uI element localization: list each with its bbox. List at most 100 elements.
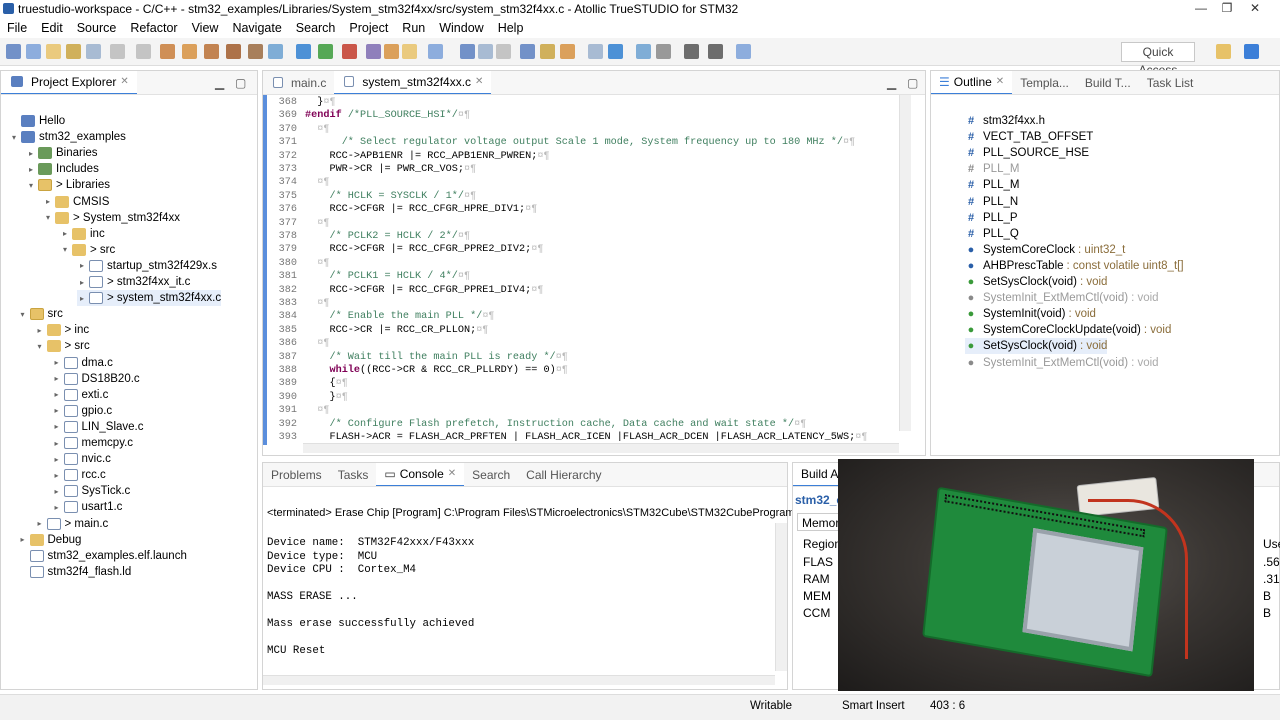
tree-item[interactable]: ▸ gpio.c bbox=[52, 403, 112, 419]
close-tab-icon[interactable]: ✕ bbox=[475, 76, 483, 87]
new-icon[interactable] bbox=[6, 44, 21, 59]
code-line[interactable]: RCC->CFGR |= RCC_CFGR_PPRE2_DIV2;¤¶ bbox=[305, 244, 543, 255]
collapsed-arrow-icon[interactable]: ▸ bbox=[35, 326, 45, 335]
forward-icon[interactable] bbox=[540, 44, 555, 59]
console-vertical-scrollbar[interactable] bbox=[775, 523, 787, 671]
collapsed-arrow-icon[interactable]: ▸ bbox=[52, 358, 62, 367]
code-line[interactable]: ¤¶ bbox=[305, 124, 329, 135]
menu-help[interactable]: Help bbox=[491, 21, 531, 35]
code-line[interactable]: /* Enable the main PLL */¤¶ bbox=[305, 311, 494, 322]
minimize-panel-icon[interactable]: ▁ bbox=[215, 76, 224, 90]
tree-item[interactable]: ▾ src bbox=[18, 306, 63, 322]
outline-item[interactable]: ● SetSysClock(void): void bbox=[965, 274, 1108, 290]
outline-item[interactable]: # PLL_N bbox=[965, 194, 1021, 210]
show-whitespace-icon[interactable] bbox=[478, 44, 493, 59]
tree-item[interactable]: ▾ > src bbox=[35, 338, 90, 354]
open-perspective-icon[interactable] bbox=[1216, 44, 1231, 59]
collapsed-arrow-icon[interactable]: ▸ bbox=[52, 503, 62, 512]
save-all-icon[interactable] bbox=[46, 44, 61, 59]
outline-item[interactable]: ● SystemInit(void): void bbox=[965, 306, 1096, 322]
close-tab-icon[interactable]: ✕ bbox=[996, 76, 1004, 87]
collapsed-arrow-icon[interactable]: ▸ bbox=[26, 165, 36, 174]
tree-item[interactable]: ▸ Debug bbox=[18, 532, 81, 548]
tree-item[interactable]: ▸ memcpy.c bbox=[52, 435, 133, 451]
code-line[interactable]: /* PCLK1 = HCLK / 4*/¤¶ bbox=[305, 271, 470, 282]
menu-search[interactable]: Search bbox=[289, 21, 343, 35]
tab-build-targets[interactable]: Build T... bbox=[1077, 71, 1139, 94]
tree-item[interactable]: ▸ usart1.c bbox=[52, 499, 122, 515]
collapsed-arrow-icon[interactable]: ▸ bbox=[43, 197, 53, 206]
editor-vertical-scrollbar[interactable] bbox=[899, 95, 911, 431]
tree-item[interactable]: ▸ nvic.c bbox=[52, 451, 111, 467]
outline-item[interactable]: ● AHBPrescTable: const volatile uint8_t[] bbox=[965, 258, 1184, 274]
code-line[interactable]: RCC->APB1ENR |= RCC_APB1ENR_PWREN;¤¶ bbox=[305, 151, 549, 162]
tab-project-explorer[interactable]: Project Explorer ✕ bbox=[1, 71, 137, 94]
tree-item[interactable]: ▸ DS18B20.c bbox=[52, 371, 140, 387]
collapsed-arrow-icon[interactable]: ▸ bbox=[77, 261, 87, 270]
collapsed-arrow-icon[interactable]: ▸ bbox=[35, 519, 45, 528]
tool-icon[interactable] bbox=[226, 44, 241, 59]
tree-item[interactable]: ▸ > main.c bbox=[35, 516, 108, 532]
toggle-mark-icon[interactable] bbox=[428, 44, 443, 59]
code-line[interactable]: }¤¶ bbox=[305, 392, 347, 403]
tab-main-c[interactable]: main.c bbox=[263, 71, 334, 94]
run-icon[interactable] bbox=[318, 44, 333, 59]
outline-item[interactable]: # stm32f4xx.h bbox=[965, 113, 1048, 129]
outline-item[interactable]: ● SystemInit_ExtMemCtl(void): void bbox=[965, 290, 1159, 306]
collapsed-arrow-icon[interactable]: ▸ bbox=[52, 422, 62, 431]
word-wrap-icon[interactable] bbox=[460, 44, 475, 59]
collapsed-arrow-icon[interactable]: ▸ bbox=[52, 406, 62, 415]
collapsed-arrow-icon[interactable]: ▸ bbox=[60, 229, 70, 238]
collapsed-arrow-icon[interactable]: ▸ bbox=[52, 471, 62, 480]
tree-item[interactable]: ▾ stm32_examples bbox=[9, 129, 126, 145]
expanded-arrow-icon[interactable]: ▾ bbox=[60, 245, 70, 254]
info-icon[interactable] bbox=[608, 44, 623, 59]
tab-system-stm32f4xx-c[interactable]: system_stm32f4xx.c ✕ bbox=[334, 71, 492, 94]
window-icon[interactable] bbox=[684, 44, 699, 59]
expanded-arrow-icon[interactable]: ▾ bbox=[26, 181, 36, 190]
menu-navigate[interactable]: Navigate bbox=[225, 21, 288, 35]
share-icon[interactable] bbox=[736, 44, 751, 59]
tab-tasks[interactable]: Tasks bbox=[330, 463, 377, 486]
code-line[interactable]: FLASH->ACR = FLASH_ACR_PRFTEN | FLASH_AC… bbox=[305, 432, 867, 443]
menu-window[interactable]: Window bbox=[432, 21, 490, 35]
layout-icon[interactable] bbox=[656, 44, 671, 59]
code-line[interactable]: ¤¶ bbox=[305, 298, 329, 309]
build-all-icon[interactable] bbox=[182, 44, 197, 59]
menu-edit[interactable]: Edit bbox=[34, 21, 70, 35]
collapsed-arrow-icon[interactable]: ▸ bbox=[18, 535, 28, 544]
stop-icon[interactable] bbox=[342, 44, 357, 59]
expanded-arrow-icon[interactable]: ▾ bbox=[35, 342, 45, 351]
code-line[interactable]: #endif /*PLL_SOURCE_HSI*/¤¶ bbox=[305, 110, 470, 121]
expanded-arrow-icon[interactable]: ▾ bbox=[9, 133, 19, 142]
tab-problems[interactable]: Problems bbox=[263, 463, 330, 486]
collapsed-arrow-icon[interactable]: ▸ bbox=[77, 278, 87, 287]
code-line[interactable]: ¤¶ bbox=[305, 218, 329, 229]
tree-item[interactable]: ▾ > Libraries bbox=[26, 177, 110, 193]
tree-item[interactable]: stm32f4_flash.ld bbox=[18, 564, 131, 580]
collapsed-arrow-icon[interactable]: ▸ bbox=[52, 374, 62, 383]
collapsed-arrow-icon[interactable]: ▸ bbox=[52, 439, 62, 448]
outline-item[interactable]: # PLL_SOURCE_HSE bbox=[965, 145, 1092, 161]
outline-item[interactable]: ● SystemInit_ExtMemCtl(void): void bbox=[965, 355, 1159, 371]
menu-file[interactable]: File bbox=[0, 21, 34, 35]
code-line[interactable]: /* Select regulator voltage output Scale… bbox=[305, 137, 856, 148]
code-line[interactable]: RCC->CR |= RCC_CR_PLLON;¤¶ bbox=[305, 325, 488, 336]
maximize-icon[interactable] bbox=[708, 44, 723, 59]
tree-item[interactable]: ▸ LIN_Slave.c bbox=[52, 419, 144, 435]
maximize-panel-icon[interactable]: ▢ bbox=[235, 76, 246, 90]
tree-item[interactable]: ▸ startup_stm32f429x.s bbox=[77, 258, 217, 274]
collapsed-arrow-icon[interactable]: ▸ bbox=[52, 455, 62, 464]
menu-project[interactable]: Project bbox=[342, 21, 395, 35]
close-tab-icon[interactable]: ✕ bbox=[120, 76, 128, 87]
code-line[interactable]: }¤¶ bbox=[305, 97, 335, 108]
debug-config-icon[interactable] bbox=[268, 44, 283, 59]
cut-icon[interactable] bbox=[110, 44, 125, 59]
maximize-panel-icon[interactable]: ▢ bbox=[907, 76, 918, 90]
code-line[interactable]: /* HCLK = SYSCLK / 1*/¤¶ bbox=[305, 191, 476, 202]
code-line[interactable]: /* PCLK2 = HCLK / 2*/¤¶ bbox=[305, 231, 470, 242]
tab-console[interactable]: ▭ Console ✕ bbox=[376, 463, 465, 486]
expanded-arrow-icon[interactable]: ▾ bbox=[18, 310, 28, 319]
tree-item[interactable]: stm32_examples.elf.launch bbox=[18, 548, 187, 564]
tree-item[interactable]: ▾ > src bbox=[60, 242, 115, 258]
